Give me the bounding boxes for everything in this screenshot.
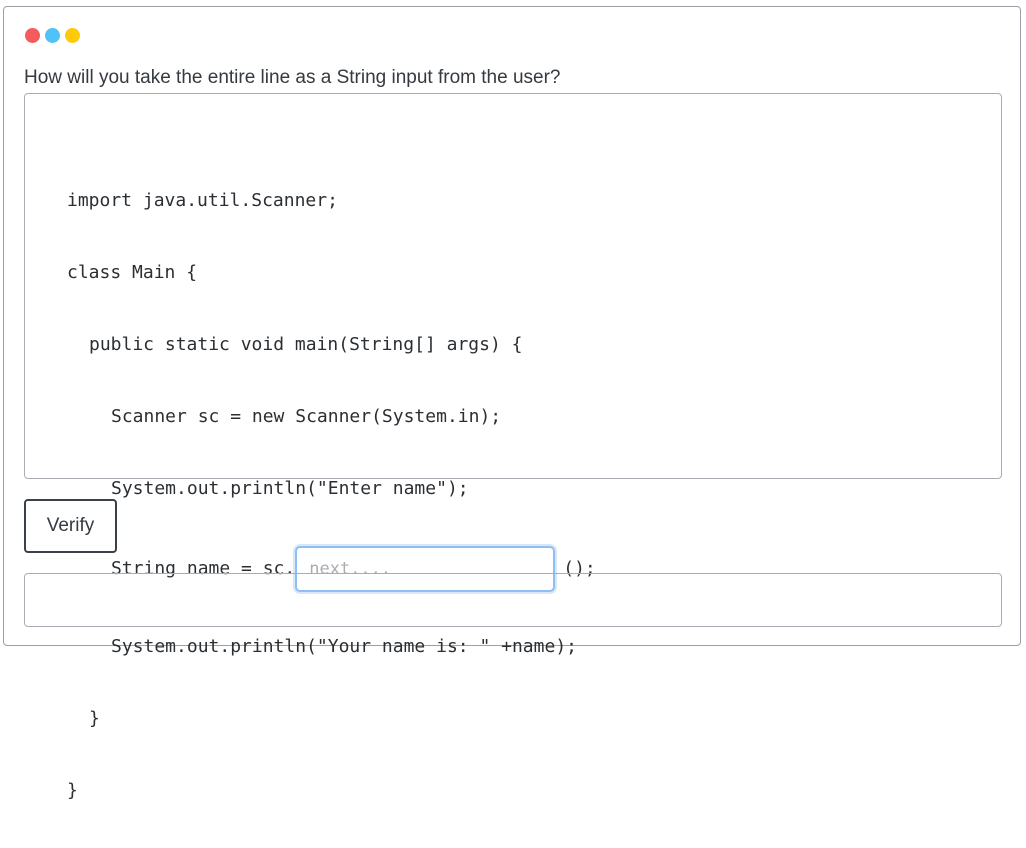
code-line: } [67, 780, 78, 801]
code-line: Scanner sc = new Scanner(System.in); [111, 406, 502, 427]
minimize-dot-icon[interactable] [45, 28, 60, 43]
code-line: public static void main(String[] args) { [89, 334, 523, 355]
close-dot-icon[interactable] [25, 28, 40, 43]
code-line: class Main { [67, 262, 198, 283]
result-output [24, 573, 1002, 627]
code-line: System.out.println("Your name is: " +nam… [111, 636, 577, 657]
code-snippet: import java.util.Scanner; class Main { p… [24, 93, 1002, 801]
code-block: import java.util.Scanner; class Main { p… [67, 144, 596, 848]
code-line: System.out.println("Enter name"); [111, 478, 469, 499]
question-text: How will you take the entire line as a S… [24, 67, 561, 88]
window-controls [25, 28, 80, 43]
code-line: import java.util.Scanner; [67, 190, 338, 211]
quiz-window: How will you take the entire line as a S… [3, 6, 1021, 801]
maximize-dot-icon[interactable] [65, 28, 80, 43]
code-line: } [89, 708, 100, 729]
verify-button[interactable]: Verify [24, 499, 117, 553]
